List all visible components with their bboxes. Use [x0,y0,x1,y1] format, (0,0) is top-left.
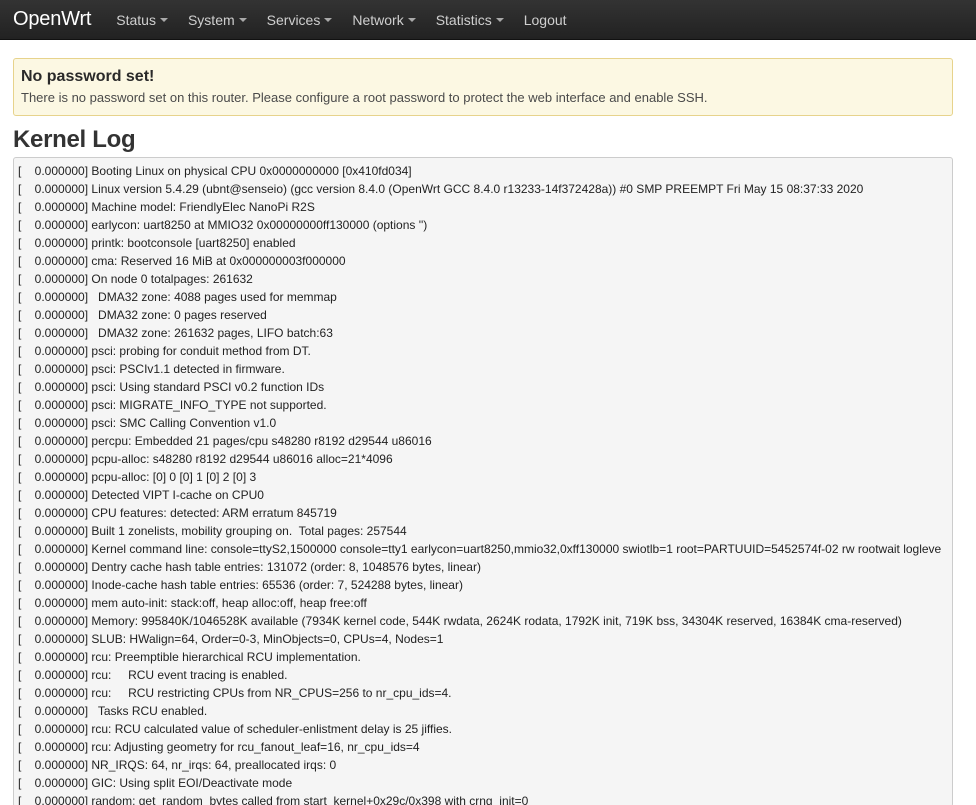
log-line: [ 0.000000] printk: bootconsole [uart825… [18,236,296,250]
no-password-alert: No password set! There is no password se… [13,58,953,116]
menu-statistics[interactable]: Statistics [426,12,514,28]
log-line: [ 0.000000] pcpu-alloc: s48280 r8192 d29… [18,452,393,466]
log-line: [ 0.000000] rcu: RCU event tracing is en… [18,668,288,682]
log-line: [ 0.000000] Memory: 995840K/1046528K ava… [18,614,902,628]
menu-network[interactable]: Network [342,12,425,28]
log-line: [ 0.000000] Detected VIPT I-cache on CPU… [18,488,264,502]
log-line: [ 0.000000] mem auto-init: stack:off, he… [18,596,367,610]
caret-down-icon [407,18,416,22]
menu-status[interactable]: Status [106,12,178,28]
log-line: [ 0.000000] On node 0 totalpages: 261632 [18,272,253,286]
log-line: [ 0.000000] NR_IRQS: 64, nr_irqs: 64, pr… [18,758,337,772]
log-line: [ 0.000000] percpu: Embedded 21 pages/cp… [18,434,432,448]
log-line: [ 0.000000] pcpu-alloc: [0] 0 [0] 1 [0] … [18,470,257,484]
caret-down-icon [159,18,168,22]
menu-system-label: System [187,11,235,28]
log-line: [ 0.000000] rcu: Adjusting geometry for … [18,740,420,754]
log-line: [ 0.000000] rcu: RCU restricting CPUs fr… [18,686,452,700]
log-line: [ 0.000000] Built 1 zonelists, mobility … [18,524,407,538]
log-line: [ 0.000000] SLUB: HWalign=64, Order=0-3,… [18,632,444,646]
log-line: [ 0.000000] psci: SMC Calling Convention… [18,416,277,430]
menu-logout[interactable]: Logout [514,12,577,28]
caret-down-icon [495,18,504,22]
log-line: [ 0.000000] CPU features: detected: ARM … [18,506,337,520]
brand-logo[interactable]: OpenWrt [0,8,104,31]
main-content: No password set! There is no password se… [0,58,976,805]
log-line: [ 0.000000] psci: Using standard PSCI v0… [18,380,325,394]
log-line: [ 0.000000] DMA32 zone: 261632 pages, LI… [18,326,333,340]
log-line: [ 0.000000] rcu: RCU calculated value of… [18,722,453,736]
menu-statistics-label: Statistics [435,11,492,28]
top-navbar: OpenWrt Status System Services Network S… [0,0,976,40]
log-line: [ 0.000000] Booting Linux on physical CP… [18,164,412,178]
log-line: [ 0.000000] DMA32 zone: 0 pages reserved [18,308,267,322]
menu-network-label: Network [352,11,404,28]
log-line: [ 0.000000] rcu: Preemptible hierarchica… [18,650,361,664]
log-line: [ 0.000000] Dentry cache hash table entr… [18,560,481,574]
log-line: [ 0.000000] Inode-cache hash table entri… [18,578,463,592]
log-line: [ 0.000000] earlycon: uart8250 at MMIO32… [18,218,428,232]
menu-services[interactable]: Services [257,12,343,28]
log-line: [ 0.000000] GIC: Using split EOI/Deactiv… [18,776,293,790]
log-line: [ 0.000000] random: get_random_bytes cal… [18,794,529,805]
log-line: [ 0.000000] Machine model: FriendlyElec … [18,200,315,214]
main-menu: Status System Services Network Statistic… [106,12,576,28]
alert-message: There is no password set on this router.… [21,90,708,105]
caret-down-icon [324,18,333,22]
menu-services-label: Services [266,11,321,28]
kernel-log-textarea[interactable]: [ 0.000000] Booting Linux on physical CP… [13,157,953,805]
caret-down-icon [238,18,247,22]
log-line: [ 0.000000] psci: PSCIv1.1 detected in f… [18,362,285,376]
log-line: [ 0.000000] cma: Reserved 16 MiB at 0x00… [18,254,346,268]
menu-logout-label: Logout [523,11,567,28]
menu-status-label: Status [116,11,156,28]
page-title: Kernel Log [13,126,136,153]
log-line: [ 0.000000] DMA32 zone: 4088 pages used … [18,290,337,304]
log-line: [ 0.000000] psci: probing for conduit me… [18,344,311,358]
log-line: [ 0.000000] Linux version 5.4.29 (ubnt@s… [18,182,864,196]
menu-system[interactable]: System [178,12,257,28]
alert-title: No password set! [21,68,155,85]
log-line: [ 0.000000] psci: MIGRATE_INFO_TYPE not … [18,398,327,412]
log-line: [ 0.000000] Tasks RCU enabled. [18,704,208,718]
log-line: [ 0.000000] Kernel command line: console… [18,542,942,556]
